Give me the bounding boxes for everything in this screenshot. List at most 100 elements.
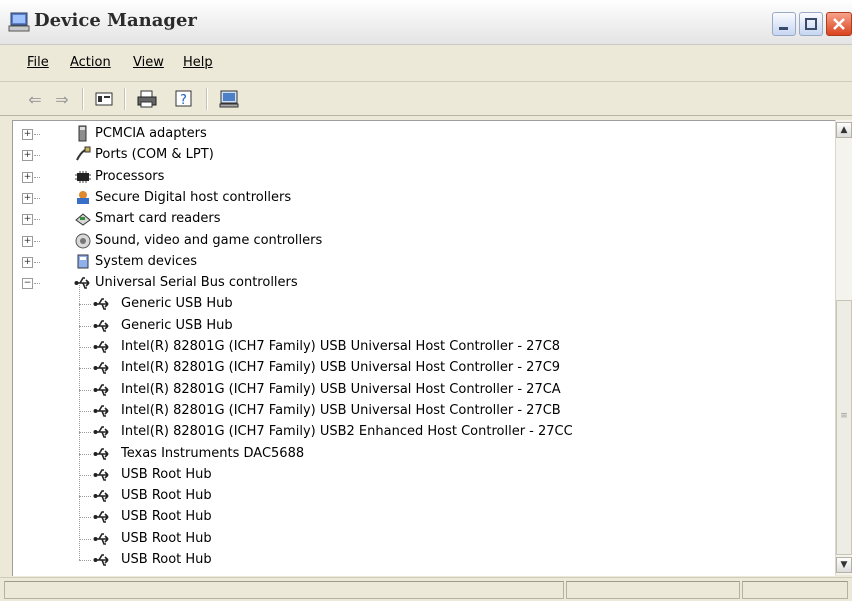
status-panel-main [4, 581, 564, 599]
usb-icon [93, 445, 110, 462]
usb-icon [93, 551, 110, 568]
smart-card-reader-icon [74, 210, 91, 227]
usb-icon [93, 381, 110, 398]
vertical-scrollbar[interactable]: ▲ ≡ ▼ [835, 120, 852, 575]
expand-icon[interactable]: + [22, 256, 33, 268]
usb-device-label: Intel(R) 82801G (ICH7 Family) USB Univer… [121, 381, 561, 397]
tree-connector [34, 261, 40, 263]
usb-icon [93, 508, 110, 525]
usb-device-label: USB Root Hub [121, 509, 212, 525]
tree-connector [79, 560, 91, 561]
menu-view[interactable]: View [133, 55, 164, 70]
help-icon: ? [175, 90, 192, 108]
usb-device-row[interactable]: USB Root Hub [13, 485, 823, 506]
tree-category-row[interactable]: + Ports (COM & LPT) [13, 144, 823, 165]
usb-device-row[interactable]: USB Root Hub [13, 506, 823, 527]
properties-button[interactable] [94, 89, 114, 109]
tree-category-row[interactable]: + Processors [13, 166, 823, 187]
usb-device-row[interactable]: Intel(R) 82801G (ICH7 Family) USB Univer… [13, 400, 823, 421]
tree-connector [79, 347, 91, 348]
expand-icon[interactable]: + [22, 150, 33, 162]
usb-device-row[interactable]: Intel(R) 82801G (ICH7 Family) USB Univer… [13, 379, 823, 400]
tree-category-label: Processors [95, 168, 165, 184]
usb-device-label: USB Root Hub [121, 552, 212, 567]
scroll-up-button[interactable]: ▲ [836, 122, 852, 138]
title-bar[interactable]: Device Manager [0, 0, 852, 45]
scroll-grip-icon: ≡ [840, 411, 848, 421]
tree-connector [79, 304, 91, 306]
scroll-thumb[interactable]: ≡ [836, 300, 852, 555]
tree-connector [34, 283, 40, 285]
properties-icon [95, 92, 113, 106]
usb-device-row[interactable]: Intel(R) 82801G (ICH7 Family) USB Univer… [13, 336, 823, 357]
usb-device-label: Intel(R) 82801G (ICH7 Family) USB Univer… [121, 402, 561, 418]
usb-icon [93, 317, 110, 334]
menu-action[interactable]: Action [70, 55, 111, 70]
expand-icon[interactable]: + [22, 192, 33, 204]
maximize-button[interactable] [799, 12, 823, 36]
tree-category-row[interactable]: + Sound, video and game controllers [13, 230, 823, 251]
tree-connector [79, 410, 91, 412]
status-panel-middle [566, 581, 740, 599]
usb-device-row[interactable]: USB Root Hub [13, 549, 823, 570]
back-button[interactable]: ⇐ [25, 89, 45, 109]
port-plug-icon [74, 146, 91, 163]
usb-device-label: Generic USB Hub [121, 296, 233, 312]
toolbar-separator [206, 88, 208, 110]
tree-category-label: Ports (COM & LPT) [95, 147, 214, 163]
usb-device-row[interactable]: Intel(R) 82801G (ICH7 Family) USB2 Enhan… [13, 421, 823, 442]
usb-icon [93, 423, 110, 440]
usb-device-row[interactable]: USB Root Hub [13, 528, 823, 549]
tree-connector [34, 197, 40, 199]
usb-device-row[interactable]: Intel(R) 82801G (ICH7 Family) USB Univer… [13, 357, 823, 378]
speaker-icon [74, 232, 91, 249]
tree-category-label: System devices [95, 253, 198, 269]
tree-connector [34, 134, 40, 135]
tree-category-label: Universal Serial Bus controllers [95, 275, 298, 291]
tree-category-row[interactable]: − Universal Serial Bus controllers [13, 272, 823, 293]
minimize-button[interactable] [772, 12, 796, 36]
usb-device-label: Intel(R) 82801G (ICH7 Family) USB2 Enhan… [121, 424, 573, 440]
tree-connector [34, 155, 40, 157]
print-button[interactable] [136, 89, 158, 109]
tree-category-label: Secure Digital host controllers [95, 189, 292, 205]
expand-icon[interactable]: + [22, 235, 33, 247]
tree-category-label: PCMCIA adapters [95, 126, 207, 141]
menu-bar: File Action View Help [0, 45, 852, 82]
close-button[interactable] [826, 12, 852, 36]
tree-connector [79, 453, 91, 455]
tree-connector-vertical [79, 285, 80, 560]
expand-icon[interactable]: + [22, 129, 33, 140]
tree-category-row[interactable]: + Smart card readers [13, 208, 823, 229]
tree-connector [79, 517, 91, 519]
tree-category-row[interactable]: + System devices [13, 251, 823, 272]
usb-device-row[interactable]: USB Root Hub [13, 464, 823, 485]
collapse-icon[interactable]: − [22, 278, 33, 290]
usb-device-row[interactable]: Texas Instruments DAC5688 [13, 443, 823, 464]
help-button[interactable]: ? [174, 89, 196, 109]
usb-device-row[interactable]: Generic USB Hub [13, 315, 823, 336]
toolbar-separator [124, 88, 126, 110]
scroll-down-button[interactable]: ▼ [836, 557, 852, 573]
expand-icon[interactable]: + [22, 171, 33, 183]
menu-file[interactable]: File [27, 55, 49, 70]
usb-device-label: Texas Instruments DAC5688 [121, 445, 305, 461]
usb-icon [93, 338, 110, 355]
tree-connector [34, 240, 40, 242]
scan-hardware-button[interactable] [218, 89, 240, 109]
forward-button[interactable]: ⇒ [52, 89, 72, 109]
expand-icon[interactable]: + [22, 214, 33, 226]
usb-device-row[interactable]: Generic USB Hub [13, 293, 823, 314]
tree-category-label: Sound, video and game controllers [95, 232, 323, 248]
status-panel-right [742, 581, 848, 599]
maximize-icon [805, 18, 817, 30]
tree-connector [34, 176, 40, 178]
tree-category-row[interactable]: + PCMCIA adapters [13, 123, 823, 144]
tree-category-row[interactable]: + Secure Digital host controllers [13, 187, 823, 208]
menu-help[interactable]: Help [183, 55, 213, 70]
sd-controller-icon [74, 189, 91, 206]
device-tree[interactable]: + PCMCIA adapters + Ports (COM & LPT) + Proce… [12, 120, 835, 576]
tree-connector [79, 389, 91, 391]
usb-icon [93, 295, 110, 312]
pcmcia-card-icon [74, 125, 91, 142]
